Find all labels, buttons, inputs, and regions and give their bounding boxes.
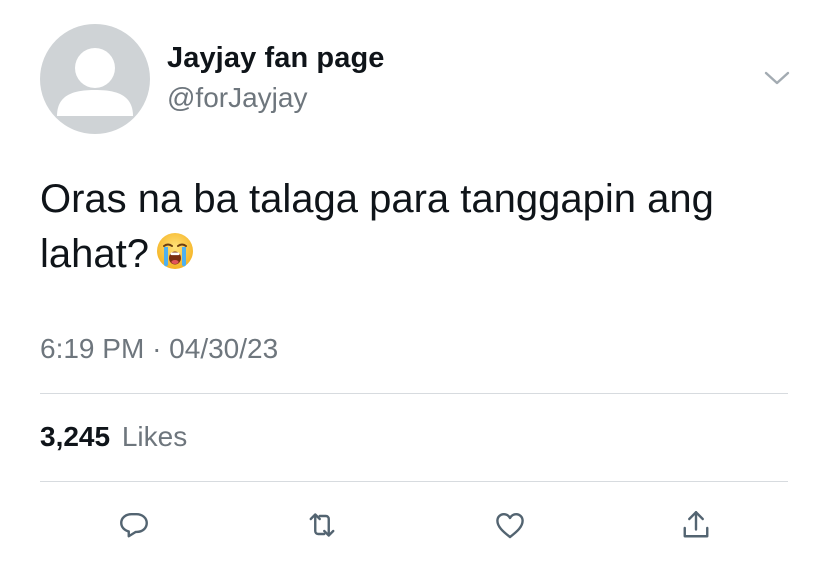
tweet-date: 04/30/23 [169,333,279,364]
likes-label: Likes [121,421,188,452]
user-handle[interactable]: @forJayjay [167,82,307,114]
retweet-icon [309,513,335,537]
divider [40,393,788,394]
default-profile-icon [57,48,133,116]
retweet-button[interactable] [302,505,342,545]
tweet-card: Jayjay fan page @forJayjay Oras na ba ta… [0,0,828,570]
loudly-crying-face-icon [155,231,195,271]
avatar[interactable] [40,24,150,134]
tweet-timestamp[interactable]: 6:19 PM · 04/30/23 [40,333,278,365]
likes-count: 3,245 [40,421,111,452]
tweet-time: 6:19 PM [40,333,145,364]
heart-icon [496,513,524,539]
share-button[interactable] [676,505,716,545]
reply-button[interactable] [114,505,154,545]
divider [40,481,788,482]
meta-separator: · [152,333,162,364]
tweet-text: Oras na ba talaga para tanggapin ang lah… [40,172,800,282]
display-name[interactable]: Jayjay fan page [167,42,385,75]
chevron-down-icon[interactable] [760,64,794,92]
likes-stat[interactable]: 3,245 Likes [40,421,187,453]
like-button[interactable] [490,505,530,545]
reply-icon [120,513,148,538]
tweet-text-content: Oras na ba talaga para tanggapin ang lah… [40,177,714,276]
share-icon [683,511,709,538]
